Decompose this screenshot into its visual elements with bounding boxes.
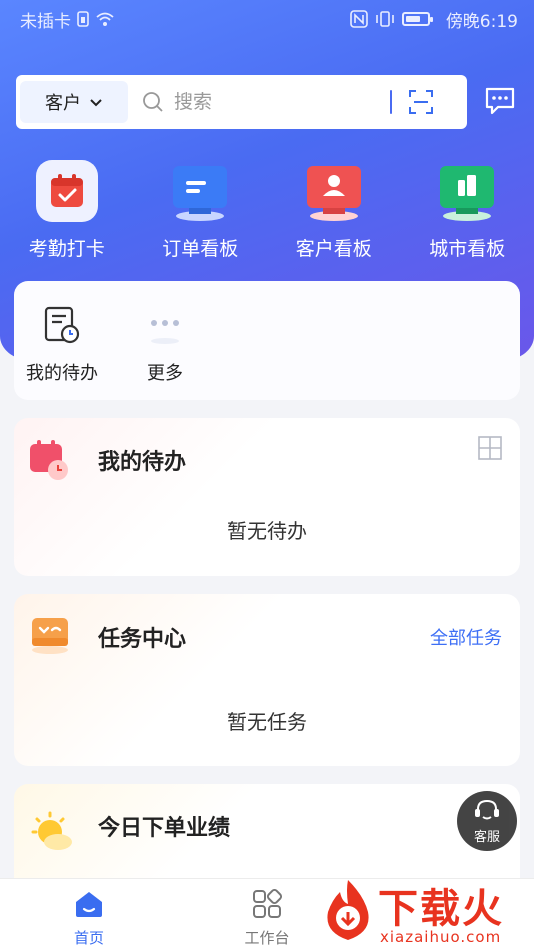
- wifi-icon: [95, 11, 115, 27]
- task-box-icon: [28, 612, 72, 660]
- nfc-icon: [350, 10, 368, 28]
- shortcut-label: 更多: [147, 363, 183, 384]
- battery-icon: [401, 12, 433, 26]
- performance-title: 今日下单业绩: [98, 816, 231, 841]
- todo-title: 我的待办: [98, 450, 187, 475]
- todo-card: 我的待办 暂无待办: [14, 418, 520, 576]
- chevron-down-icon: [89, 92, 103, 113]
- watermark-brand: 下载火: [378, 886, 504, 932]
- scan-icon[interactable]: [408, 89, 434, 115]
- quick-action-city-board[interactable]: 城市看板: [401, 160, 534, 261]
- search-divider: [390, 90, 392, 114]
- clock: 傍晚6:19: [445, 11, 518, 32]
- task-empty-text: 暂无任务: [227, 710, 307, 734]
- quick-action-label: 城市看板: [429, 238, 506, 260]
- search-icon: [142, 91, 164, 113]
- search-bar: 客户: [16, 75, 467, 129]
- search-scope-select[interactable]: 客户: [20, 81, 128, 123]
- status-bar: 未插卡 傍晚6:19: [0, 0, 534, 38]
- sun-icon: [28, 810, 74, 860]
- todo-empty-text: 暂无待办: [227, 519, 307, 543]
- quick-actions: 考勤打卡 订单看板 客户看板 城市看板: [0, 160, 534, 261]
- all-tasks-link[interactable]: 全部任务: [430, 624, 502, 650]
- tab-label: 首页: [73, 929, 104, 947]
- customer-service-label: 客服: [473, 829, 500, 845]
- quick-action-order-board[interactable]: 订单看板: [134, 160, 268, 261]
- flame-logo-icon: [320, 878, 376, 948]
- vibrate-icon: [374, 11, 396, 27]
- customer-board-icon: [303, 160, 365, 222]
- task-title: 任务中心: [98, 627, 187, 652]
- shortcut-panel: 我的待办 更多: [14, 281, 520, 400]
- sim-icon: [77, 11, 89, 27]
- workbench-grid-icon: [252, 888, 283, 923]
- grid-layout-icon[interactable]: [478, 436, 502, 464]
- watermark-site: xiazaihuo.com: [380, 928, 502, 946]
- watermark: 下载火 xiazaihuo.com: [318, 872, 534, 950]
- customer-service-button[interactable]: 客服: [457, 791, 517, 851]
- home-icon: [73, 889, 105, 923]
- calendar-check-icon: [35, 160, 98, 222]
- city-board-icon: [436, 160, 498, 222]
- tab-home[interactable]: 首页: [0, 879, 178, 950]
- more-dots-icon: [146, 305, 184, 349]
- shortcut-label: 我的待办: [26, 363, 98, 384]
- todo-clock-icon: [43, 305, 81, 349]
- tab-label: 工作台: [244, 929, 290, 947]
- quick-action-attendance[interactable]: 考勤打卡: [0, 160, 134, 261]
- carrier-label: 未插卡: [20, 11, 71, 32]
- shortcut-more[interactable]: 更多: [146, 305, 184, 385]
- quick-action-label: 订单看板: [162, 238, 239, 260]
- quick-action-label: 考勤打卡: [28, 238, 105, 260]
- order-board-icon: [169, 160, 231, 222]
- calendar-clock-icon: [28, 438, 72, 486]
- headset-icon: [473, 798, 501, 826]
- message-icon[interactable]: [484, 86, 516, 120]
- search-scope-label: 客户: [45, 93, 81, 114]
- quick-action-label: 客户看板: [295, 238, 372, 260]
- shortcut-my-todo[interactable]: 我的待办: [26, 305, 98, 385]
- task-card: 任务中心 全部任务 暂无任务: [14, 594, 520, 766]
- quick-action-customer-board[interactable]: 客户看板: [267, 160, 401, 261]
- search-input[interactable]: [174, 91, 384, 113]
